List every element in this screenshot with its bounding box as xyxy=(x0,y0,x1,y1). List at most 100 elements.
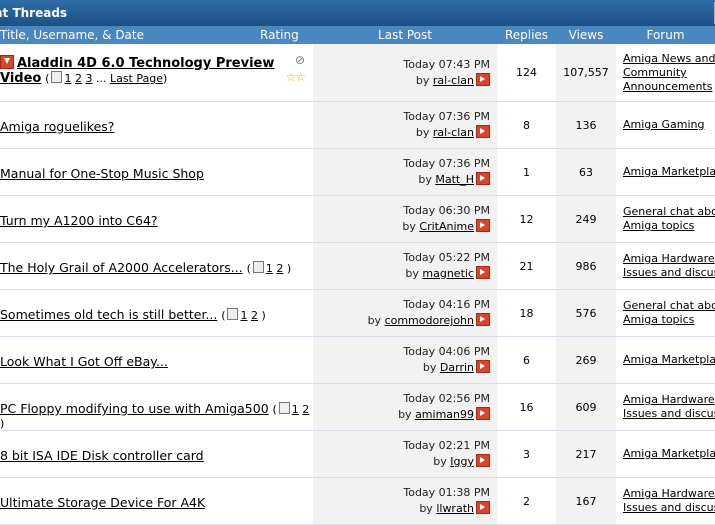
forum-cell: General chat abo Amiga topics xyxy=(616,196,715,242)
go-to-last-post-icon[interactable] xyxy=(476,407,490,420)
forum-link[interactable]: Issues and discus xyxy=(623,407,715,420)
forum-link[interactable]: Community xyxy=(623,66,687,79)
thread-title-link[interactable]: Aladdin 4D 6.0 Technology Preview xyxy=(17,56,274,71)
views-count: 249 xyxy=(556,196,616,242)
header-last-post[interactable]: Last Post xyxy=(313,26,497,44)
go-to-last-post-icon[interactable] xyxy=(476,454,490,467)
page-link[interactable]: 1 xyxy=(292,403,299,416)
last-poster-link[interactable]: ral-clan xyxy=(433,74,474,87)
column-header-row: Title, Username, & Date Rating Last Post… xyxy=(0,26,715,44)
thread-row: Turn my A1200 into C64? Today 06:30 PM b… xyxy=(0,196,715,243)
last-poster-link[interactable]: magnetic xyxy=(422,267,474,280)
views-count: 217 xyxy=(556,431,616,477)
forum-link[interactable]: Amiga Marketpla xyxy=(623,353,715,366)
page-link[interactable]: 2 xyxy=(276,262,283,275)
page-link[interactable]: 2 xyxy=(251,309,258,322)
page-link[interactable]: 2 xyxy=(302,403,309,416)
replies-count[interactable]: 1 xyxy=(497,149,556,195)
forum-cell: Amiga Gaming xyxy=(616,102,715,148)
thread-title-link[interactable]: The Holy Grail of A2000 Accelerators... xyxy=(0,260,243,275)
by-label: by xyxy=(415,126,430,139)
forum-link[interactable]: Announcements xyxy=(623,80,712,93)
replies-count[interactable]: 3 xyxy=(497,431,556,477)
header-title[interactable]: Title, Username, & Date xyxy=(0,26,260,44)
thread-title-link[interactable]: Amiga roguelikes? xyxy=(0,119,114,134)
header-views[interactable]: Views xyxy=(556,26,616,44)
thread-row: Look What I Got Off eBay... Today 04:06 … xyxy=(0,337,715,384)
thread-title-link-continued[interactable]: Video xyxy=(0,71,41,86)
forum-link[interactable]: Amiga Marketpla xyxy=(623,165,715,178)
go-to-last-post-icon[interactable] xyxy=(476,501,490,514)
thread-row: Manual for One-Stop Music Shop Today 07:… xyxy=(0,149,715,196)
page-link[interactable]: 2 xyxy=(75,72,82,85)
page-link[interactable]: 1 xyxy=(64,72,71,85)
forum-link[interactable]: Amiga Hardware xyxy=(623,252,715,265)
forum-cell: Amiga News and Community Announcements xyxy=(616,44,715,101)
go-to-last-post-icon[interactable] xyxy=(476,125,490,138)
page-link[interactable]: 1 xyxy=(266,262,273,275)
by-label: by xyxy=(419,502,433,515)
go-to-last-post-icon[interactable] xyxy=(476,313,490,326)
go-to-last-post-icon[interactable] xyxy=(476,360,490,373)
header-replies[interactable]: Replies xyxy=(497,26,556,44)
forum-cell: Amiga Hardware Issues and discus xyxy=(616,243,715,289)
replies-count[interactable]: 124 xyxy=(497,44,556,101)
go-to-last-post-icon[interactable] xyxy=(476,266,490,279)
views-count: 167 xyxy=(556,478,616,524)
forum-link[interactable]: Amiga Gaming xyxy=(623,118,705,131)
thread-row: Amiga roguelikes? Today 07:36 PM by ral-… xyxy=(0,102,715,149)
last-post-cell: Today 02:56 PM by amiman99 xyxy=(313,384,497,430)
go-to-last-post-icon[interactable] xyxy=(476,73,490,86)
last-poster-link[interactable]: Darrin xyxy=(440,361,474,374)
replies-count[interactable]: 8 xyxy=(497,102,556,148)
last-post-time: Today 01:38 PM xyxy=(403,486,490,499)
forum-cell: Amiga Hardware Issues and discus xyxy=(616,478,715,524)
last-poster-link[interactable]: ral-clan xyxy=(433,126,474,139)
thread-title-link[interactable]: Sometimes old tech is still better... xyxy=(0,307,217,322)
header-rating[interactable]: Rating xyxy=(260,26,313,44)
last-poster-link[interactable]: amiman99 xyxy=(415,408,474,421)
replies-count[interactable]: 18 xyxy=(497,290,556,336)
replies-count[interactable]: 16 xyxy=(497,384,556,430)
thread-title-link[interactable]: 8 bit ISA IDE Disk controller card xyxy=(0,448,204,463)
go-to-last-post-icon[interactable] xyxy=(476,219,490,232)
forum-link[interactable]: General chat abo xyxy=(623,205,715,218)
forum-link[interactable]: General chat abo xyxy=(623,299,715,312)
last-poster-link[interactable]: llwrath xyxy=(436,502,474,515)
replies-count[interactable]: 6 xyxy=(497,337,556,383)
thread-title-link[interactable]: PC Floppy modifying to use with Amiga500 xyxy=(0,401,269,416)
last-post-cell: Today 01:38 PM by llwrath xyxy=(313,478,497,524)
forum-cell: Amiga Marketpla xyxy=(616,337,715,383)
replies-count[interactable]: 2 xyxy=(497,478,556,524)
last-poster-link[interactable]: Matt_H xyxy=(435,173,474,186)
thread-row: 8 bit ISA IDE Disk controller card Today… xyxy=(0,431,715,478)
forum-link[interactable]: Amiga topics xyxy=(623,219,694,232)
go-to-last-post-icon[interactable] xyxy=(476,172,490,185)
forum-link[interactable]: Amiga topics xyxy=(623,313,694,326)
thread-title-link[interactable]: Manual for One-Stop Music Shop xyxy=(0,166,204,181)
forum-link[interactable]: Amiga News and xyxy=(623,52,715,65)
last-poster-link[interactable]: Iggy xyxy=(450,455,474,468)
thread-title-link[interactable]: Look What I Got Off eBay... xyxy=(0,354,168,369)
forum-link[interactable]: Amiga Hardware xyxy=(623,487,715,500)
thread-title-link[interactable]: Turn my A1200 into C64? xyxy=(0,213,158,228)
last-poster-link[interactable]: commodorejohn xyxy=(385,314,474,327)
last-post-time: Today 07:36 PM xyxy=(403,110,490,123)
forum-link[interactable]: Amiga Hardware xyxy=(623,393,715,406)
forum-link[interactable]: Amiga Marketpla xyxy=(623,447,715,460)
replies-count[interactable]: 21 xyxy=(497,243,556,289)
last-poster-link[interactable]: CritAnime xyxy=(419,220,474,233)
forum-link[interactable]: Issues and discus xyxy=(623,266,715,279)
replies-count[interactable]: 12 xyxy=(497,196,556,242)
views-count: 609 xyxy=(556,384,616,430)
multipage-icon xyxy=(278,402,290,414)
last-page-link[interactable]: Last Page xyxy=(110,72,163,85)
by-label: by xyxy=(367,314,382,327)
page-link[interactable]: 3 xyxy=(85,72,92,85)
thread-title-link[interactable]: Ultimate Storage Device For A4K xyxy=(0,495,205,510)
last-post-cell: Today 05:22 PM by magnetic xyxy=(313,243,497,289)
header-forum[interactable]: Forum xyxy=(616,26,715,44)
forum-link[interactable]: Issues and discus xyxy=(623,501,715,514)
last-post-time: Today 07:36 PM xyxy=(403,157,490,170)
page-link[interactable]: 1 xyxy=(240,309,247,322)
